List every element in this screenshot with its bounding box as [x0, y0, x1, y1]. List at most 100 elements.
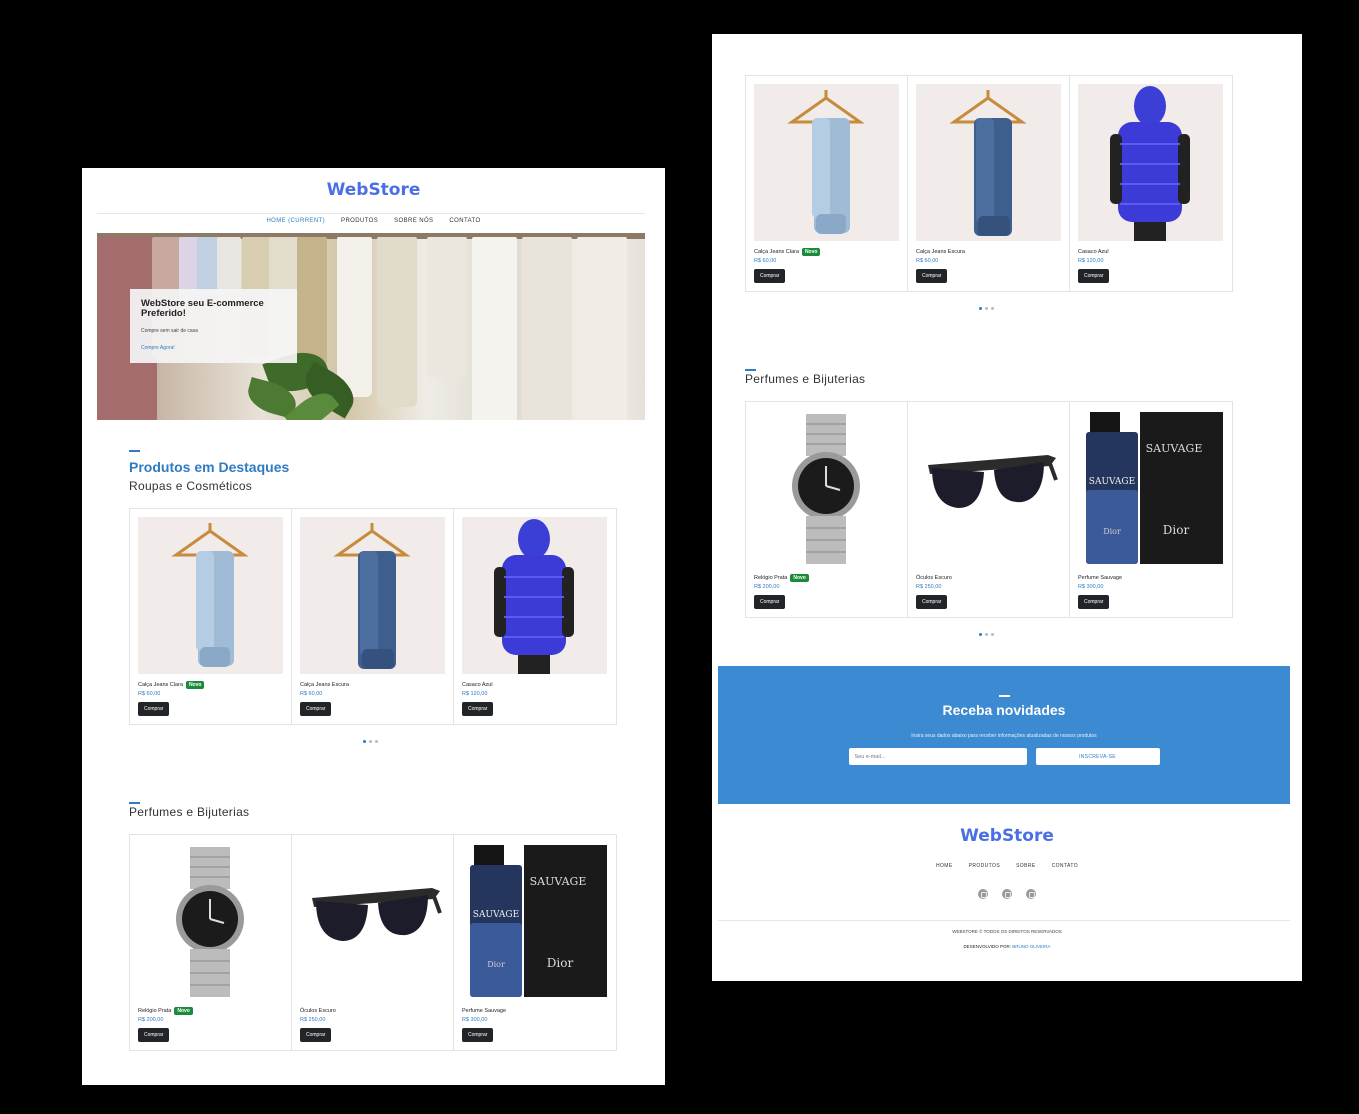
subscribe-button[interactable]: INSCREVA-SE [1035, 748, 1160, 765]
copyright: WEBSTORE © TODOS OS DIREITOS RESERVADOS [952, 929, 1062, 934]
footer-nav-home[interactable]: HOME [928, 863, 961, 869]
product-price: R$ 250,00 [300, 1017, 326, 1023]
newsletter-section: Receba novidades Insira seus dados abaix… [718, 666, 1290, 804]
product-name: Relógio Prata [138, 1008, 172, 1014]
product-image-watch[interactable] [138, 843, 283, 1000]
product-image-perfume[interactable]: SAUVAGE SAUVAGE Dior Dior [462, 843, 607, 1000]
buy-button[interactable]: Comprar [1078, 595, 1110, 609]
developer-label: DESENVOLVIDO POR: [963, 944, 1011, 949]
perfume-box-maker: Dior [547, 956, 574, 970]
site-logo[interactable]: WebStore [82, 180, 665, 200]
product-card: Óculos Escuro R$ 250,00 Comprar [908, 402, 1070, 617]
perfume-bottle-label: SAUVAGE [1089, 477, 1135, 487]
product-card: Óculos Escuro R$ 250,00 Comprar [292, 835, 454, 1050]
social-links [712, 886, 1302, 904]
product-name: Perfume Sauvage [462, 1008, 507, 1014]
github-icon[interactable] [1026, 889, 1037, 899]
footer-nav-sobre[interactable]: SOBRE [1008, 863, 1044, 869]
footer-nav-produtos[interactable]: PRODUTOS [961, 863, 1008, 869]
product-card: Casaco Azul R$ 120,00 Comprar [1070, 76, 1232, 291]
product-price: R$ 300,00 [462, 1017, 488, 1023]
developer-credit: DESENVOLVIDO POR: BRUNO OLIVEIRA [712, 944, 1302, 949]
buy-button[interactable]: Comprar [138, 1028, 170, 1042]
newsletter-title: Receba novidades [942, 702, 1066, 718]
featured-title: Produtos em Destaques [129, 459, 290, 475]
product-card: SAUVAGE SAUVAGE Dior Dior Perfume Sauvag… [1070, 402, 1232, 617]
product-price: R$ 60,00 [916, 258, 939, 264]
developer-link[interactable]: BRUNO OLIVEIRA [1012, 944, 1050, 949]
product-name: Óculos Escuro [300, 1008, 336, 1014]
product-image-watch[interactable] [754, 410, 899, 567]
buy-button[interactable]: Comprar [754, 269, 786, 283]
perfume-bottle-maker: Dior [487, 960, 505, 969]
new-badge: Novo [174, 1007, 193, 1015]
product-price: R$ 250,00 [916, 584, 942, 590]
buy-button[interactable]: Comprar [300, 702, 332, 716]
product-price: R$ 60,00 [300, 691, 323, 697]
product-price: R$ 200,00 [138, 1017, 164, 1023]
newsletter-dash [998, 695, 1010, 697]
nav-home[interactable]: HOME (CURRENT) [258, 218, 333, 224]
product-name: Relógio Prata [754, 575, 788, 581]
product-image-light-jeans[interactable] [754, 84, 899, 241]
perfume-bottle-maker: Dior [1103, 527, 1121, 536]
featured-grid-continued: Calça Jeans Clara Novo R$ 60,00 Comprar C… [745, 75, 1233, 292]
buy-button[interactable]: Comprar [462, 702, 494, 716]
buy-button[interactable]: Comprar [300, 1028, 332, 1042]
perfume-box-label: SAUVAGE [1146, 442, 1203, 455]
header-divider [97, 213, 645, 214]
page-left: WebStore HOME (CURRENT) PRODUTOS SOBRE N… [82, 168, 665, 1085]
product-price: R$ 300,00 [1078, 584, 1104, 590]
nav-sobre[interactable]: SOBRE NÓS [386, 218, 441, 224]
carousel-indicators[interactable] [979, 307, 994, 310]
buy-button[interactable]: Comprar [916, 269, 948, 283]
buy-button[interactable]: Comprar [916, 595, 948, 609]
product-card: Relógio Prata Novo R$ 200,00 Comprar [130, 835, 292, 1050]
product-card: Calça Jeans Escura R$ 60,00 Comprar [292, 509, 454, 724]
product-image-perfume[interactable]: SAUVAGE SAUVAGE Dior Dior [1078, 410, 1223, 567]
product-card: Calça Jeans Escura R$ 60,00 Comprar [908, 76, 1070, 291]
product-card: Calça Jeans Clara Novo R$ 60,00 Comprar [130, 509, 292, 724]
carousel-indicators[interactable] [363, 740, 378, 743]
product-image-dark-jeans[interactable] [916, 84, 1061, 241]
new-badge: Novo [790, 574, 809, 582]
product-image-dark-jeans[interactable] [300, 517, 445, 674]
product-image-sunglasses[interactable] [916, 410, 1061, 567]
footer-divider [718, 920, 1290, 921]
product-card: Calça Jeans Clara Novo R$ 60,00 Comprar [746, 76, 908, 291]
buy-button[interactable]: Comprar [138, 702, 170, 716]
nav-contato[interactable]: CONTATO [441, 218, 488, 224]
carousel-indicators[interactable] [979, 633, 994, 636]
email-input[interactable] [848, 748, 1027, 765]
nav-produtos[interactable]: PRODUTOS [333, 218, 386, 224]
buy-button[interactable]: Comprar [462, 1028, 494, 1042]
main-nav: HOME (CURRENT) PRODUTOS SOBRE NÓS CONTAT… [82, 218, 665, 224]
perfume-bottle-label: SAUVAGE [473, 910, 519, 920]
perfume-box-label: SAUVAGE [530, 875, 587, 888]
product-price: R$ 60,00 [754, 258, 777, 264]
hero-cta-link[interactable]: Compre Agora! [141, 345, 286, 351]
footer-nav-contato[interactable]: CONTATO [1044, 863, 1086, 869]
hero-banner: WebStore seu E-commerce Preferido! Compr… [97, 233, 645, 420]
section-dash [129, 802, 140, 804]
perfumes-title: Perfumes e Bijuterias [745, 372, 866, 386]
perfumes-grid: Relógio Prata Novo R$ 200,00 Comprar Ócul… [129, 834, 617, 1051]
product-image-blue-vest[interactable] [462, 517, 607, 674]
linkedin-icon[interactable] [1002, 889, 1012, 899]
product-name: Calça Jeans Escura [300, 682, 349, 688]
product-name: Casaco Azul [462, 682, 493, 688]
hero-text: Compre sem sair de casa [141, 328, 198, 334]
buy-button[interactable]: Comprar [1078, 269, 1110, 283]
footer-nav: HOME PRODUTOS SOBRE CONTATO [712, 863, 1302, 869]
product-name: Casaco Azul [1078, 249, 1109, 255]
product-image-blue-vest[interactable] [1078, 84, 1223, 241]
buy-button[interactable]: Comprar [754, 595, 786, 609]
new-badge: Novo [185, 681, 205, 689]
new-badge: Novo [801, 248, 821, 256]
product-image-sunglasses[interactable] [300, 843, 445, 1000]
footer-logo[interactable]: WebStore [712, 826, 1302, 846]
hero-card: WebStore seu E-commerce Preferido! Compr… [130, 289, 297, 363]
instagram-icon[interactable] [977, 889, 988, 899]
product-image-light-jeans[interactable] [138, 517, 283, 674]
product-card: Casaco Azul R$ 120,00 Comprar [454, 509, 616, 724]
